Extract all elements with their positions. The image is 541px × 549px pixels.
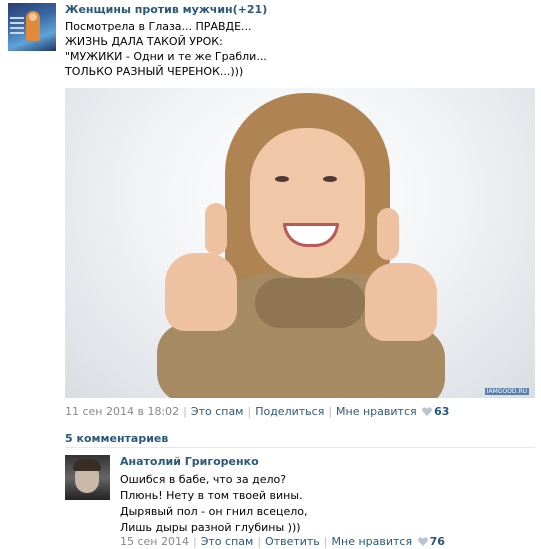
post-like-link[interactable]: Мне нравится [336, 405, 417, 418]
group-avatar[interactable] [8, 3, 56, 51]
comment-date[interactable]: 15 сен 2014 [120, 535, 189, 548]
photo-eye-right [323, 176, 337, 182]
photo-thumb-left [205, 203, 227, 255]
post-text-line: Посмотрела в Глаза... ПРАВДЕ... [65, 20, 252, 33]
comment-text-line: Плюнь! Нету в том твоей вины. [120, 489, 303, 502]
comment-author-link[interactable]: Анатолий Григоренко [120, 455, 259, 468]
post-share-link[interactable]: Поделиться [255, 405, 324, 418]
photo-sleeve-left [157, 323, 237, 398]
photo-hand-left [165, 253, 237, 331]
post-text: Посмотрела в Глаза... ПРАВДЕ... ЖИЗНЬ ДА… [65, 19, 267, 79]
comment-like-count[interactable]: 76 [430, 535, 445, 548]
photo-face [250, 128, 365, 278]
post-text-line: "МУЖИКИ - Одни и те же Грабли... [65, 50, 267, 63]
comments-count-link[interactable]: 5 комментариев [65, 432, 168, 445]
photo-collar [255, 278, 365, 328]
post-date[interactable]: 11 сен 2014 в 18:02 [65, 405, 179, 418]
comment-text: Ошибся в бабе, что за дело? Плюнь! Нету … [120, 472, 307, 536]
post-spam-link[interactable]: Это спам [191, 405, 244, 418]
avatar-face [29, 13, 37, 21]
comment-text-line: Лишь дыры разной глубины ))) [120, 521, 301, 534]
post-text-line: ТОЛЬКО РАЗНЫЙ ЧЕРЕНОК...))) [65, 65, 244, 78]
post-like-count[interactable]: 63 [434, 405, 449, 418]
comment-avatar-hair [73, 459, 101, 471]
comment-text-line: Ошибся в бабе, что за дело? [120, 473, 287, 486]
comment-author-avatar[interactable] [65, 455, 110, 500]
comment-text-line: Дырявый пол - он гнил всецело, [120, 505, 308, 518]
photo-thumb-right [377, 208, 399, 260]
photo-hand-right [365, 263, 437, 341]
comment-footer: 15 сен 2014 | Это спам | Ответить | Мне нравит… [120, 535, 445, 548]
post-text-line: ЖИЗНЬ ДАЛА ТАКОЙ УРОК: [65, 35, 223, 48]
photo-watermark: IAMGOOD.RU [484, 388, 529, 395]
post-footer: 11 сен 2014 в 18:02 | Это спам | Поделиться |… [65, 405, 450, 418]
post-author-link[interactable]: Женщины против мужчин(+21) [65, 3, 267, 16]
photo-eye-left [275, 176, 289, 182]
comment-spam-link[interactable]: Это спам [201, 535, 254, 548]
post-photo[interactable]: IAMGOOD.RU [65, 88, 535, 398]
comment-reply-link[interactable]: Ответить [265, 535, 320, 548]
heart-icon[interactable] [422, 407, 432, 416]
comment-like-link[interactable]: Мне нравится [332, 535, 413, 548]
comments-divider [65, 447, 535, 448]
heart-icon[interactable] [417, 537, 428, 546]
avatar-text-decoration [10, 17, 24, 41]
